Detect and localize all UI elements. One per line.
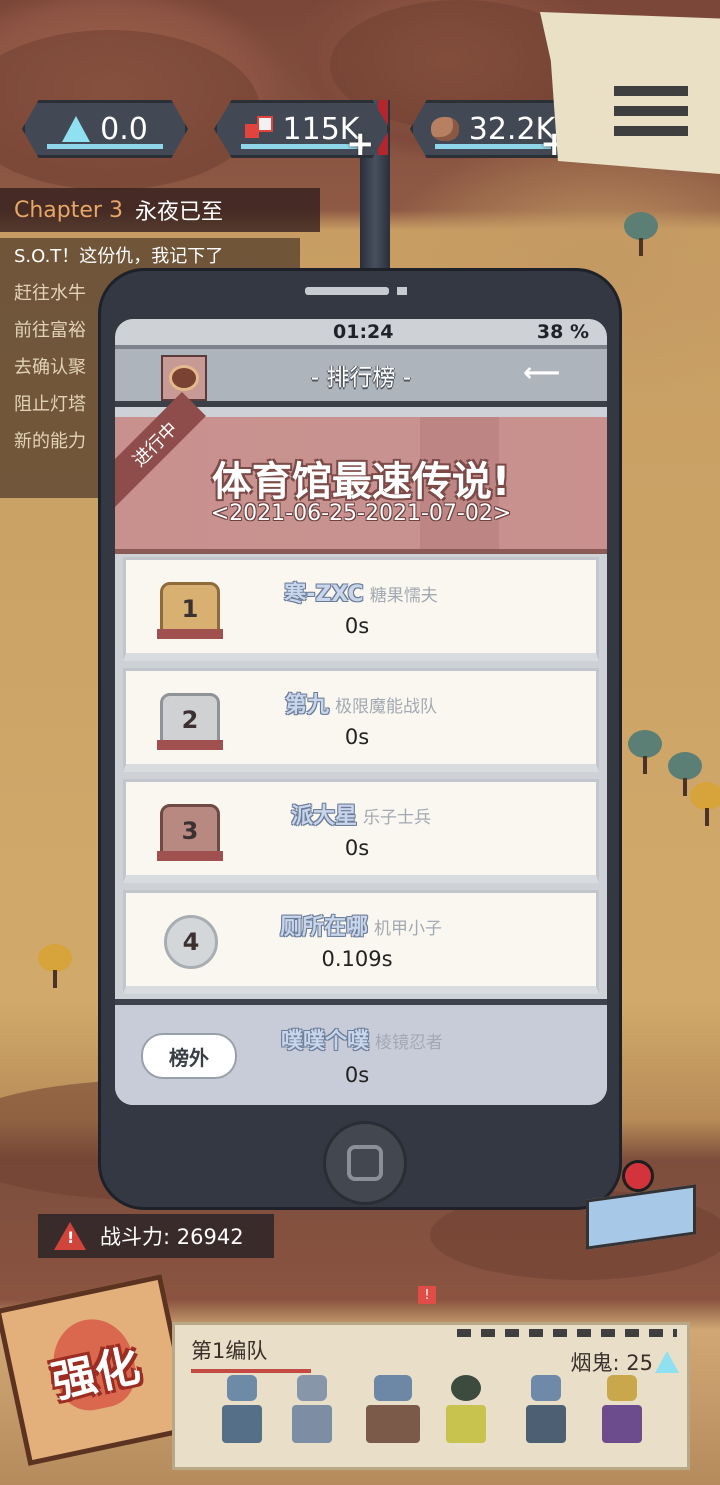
- phone-camera: [397, 287, 407, 295]
- event-title: 体育馆最速传说!: [211, 459, 511, 505]
- crystal-resource[interactable]: 0.0: [22, 100, 188, 158]
- ranking-row[interactable]: 2 第九 极限魔能战队 0s: [123, 668, 599, 772]
- player-title: 机甲小子: [374, 919, 442, 939]
- status-battery: 38 %: [536, 321, 589, 343]
- player-name: 厕所在哪: [279, 915, 368, 940]
- record-time: 0s: [344, 614, 370, 638]
- player-title: 乐子士兵: [363, 808, 431, 828]
- team-panel-stripe: [457, 1329, 677, 1337]
- ranking-row[interactable]: 3 派大星 乐子士兵 0s: [123, 779, 599, 883]
- team-unit[interactable]: [215, 1375, 269, 1445]
- record-time: 0s: [344, 836, 370, 860]
- player-title: 极限魔能战队: [335, 697, 437, 717]
- crystal-value: 0.0: [100, 111, 148, 147]
- my-record-time: 0s: [344, 1063, 370, 1087]
- chapter-name: 永夜已至: [134, 200, 223, 225]
- team-name: 第1编队: [191, 1335, 312, 1373]
- my-ranking-row[interactable]: 榜外 噗噗个噗 棱镜忍者 0s: [115, 999, 607, 1105]
- add-blood-button[interactable]: +: [346, 124, 375, 164]
- ranking-row[interactable]: 4 厕所在哪 机甲小子 0.109s: [123, 890, 599, 994]
- leaderboard-titlebar: - 排行榜 - ⟵: [115, 345, 607, 407]
- notification-dot[interactable]: !: [418, 1286, 436, 1304]
- map-icon: [586, 1184, 696, 1250]
- ranking-list[interactable]: 1 寒-ZXC 糖果懦夫 0s 2 第九 极限魔能战队 0s 3 派大星 乐子士兵 0…: [123, 557, 599, 1001]
- menu-button[interactable]: [614, 86, 688, 144]
- blood-icon: [244, 116, 273, 142]
- event-banner: 进行中 体育馆最速传说! <2021-06-25-2021-07-02>: [115, 392, 607, 554]
- player-title: 糖果懦夫: [369, 586, 438, 606]
- player-name: 第九: [284, 693, 329, 718]
- team-unit[interactable]: [361, 1375, 425, 1445]
- ranking-row[interactable]: 1 寒-ZXC 糖果懦夫 0s: [123, 557, 599, 661]
- phone-home-button[interactable]: [323, 1121, 407, 1205]
- team-unit[interactable]: [519, 1375, 573, 1445]
- leaderboard-phone: 01:24 38 % - 排行榜 - ⟵ 进行中 体育馆最速传说! <2021-…: [98, 268, 622, 1210]
- page-title: - 排行榜 -: [310, 365, 412, 391]
- crystal-icon: [655, 1351, 679, 1373]
- stone-icon: [430, 117, 459, 141]
- combat-power-panel: 战斗力: 26942: [38, 1214, 274, 1258]
- home-square-icon: [347, 1145, 383, 1181]
- status-time: 01:24: [333, 321, 394, 343]
- warning-icon: [54, 1222, 86, 1250]
- record-time: 0s: [344, 725, 370, 749]
- team-panel[interactable]: 第1编队 烟鬼: 25: [172, 1322, 690, 1470]
- status-bar: 01:24 38 %: [115, 319, 607, 345]
- event-date: <2021-06-25-2021-07-02>: [210, 501, 512, 526]
- chapter-number: Chapter 3: [14, 197, 123, 223]
- team-unit[interactable]: [595, 1375, 649, 1445]
- smoke-counter: 烟鬼: 25: [570, 1351, 653, 1375]
- player-name: 寒-ZXC: [284, 582, 364, 607]
- menu-icon: [614, 86, 688, 96]
- record-time: 0.109s: [321, 947, 393, 971]
- map-location-button[interactable]: [580, 1160, 696, 1250]
- phone-speaker: [305, 287, 389, 295]
- phone-screen: 01:24 38 % - 排行榜 - ⟵ 进行中 体育馆最速传说! <2021-…: [115, 319, 607, 1105]
- back-arrow-icon[interactable]: ⟵: [523, 360, 571, 389]
- chapter-header[interactable]: Chapter 3 永夜已至: [0, 188, 320, 232]
- team-unit[interactable]: [285, 1375, 339, 1445]
- location-pin-icon: [622, 1160, 654, 1192]
- my-player-title: 棱镜忍者: [375, 1033, 443, 1053]
- enhance-label: 强化: [47, 1340, 145, 1409]
- combat-power-label: 战斗力: 26942: [100, 1225, 244, 1249]
- my-player-name: 噗噗个噗: [280, 1029, 369, 1054]
- team-unit[interactable]: [439, 1375, 493, 1445]
- player-name: 派大星: [290, 804, 357, 829]
- crystal-icon: [62, 116, 91, 142]
